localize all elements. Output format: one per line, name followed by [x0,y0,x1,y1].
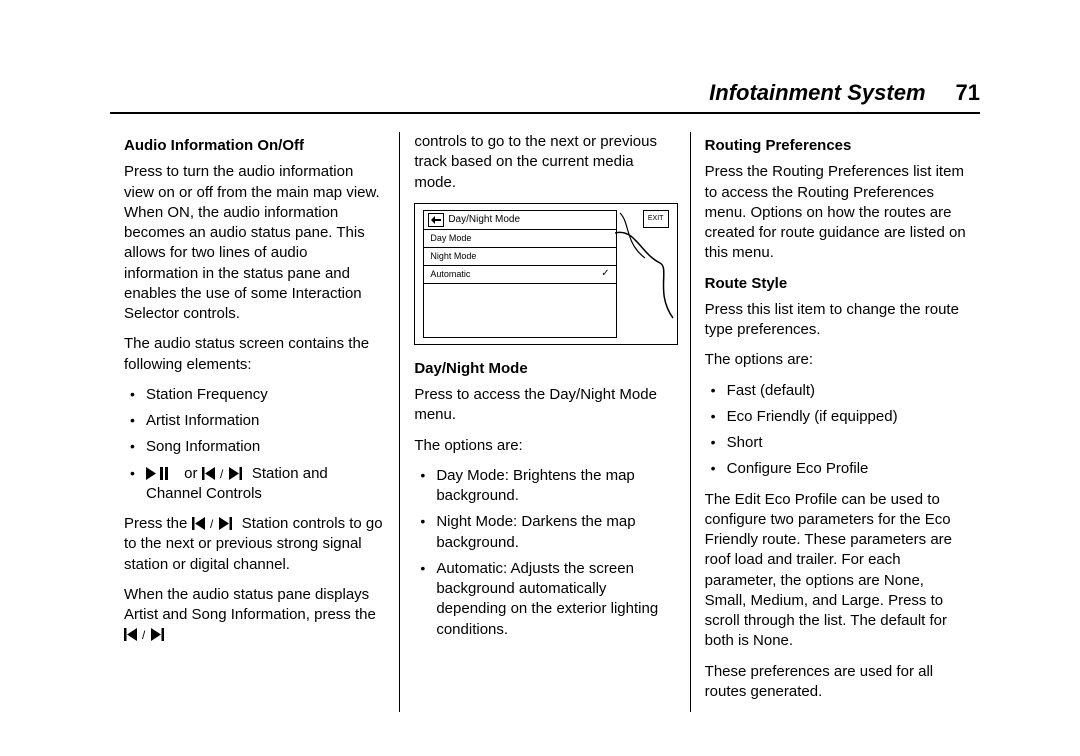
figure-row-label: Night Mode [430,250,476,262]
text: Press the [124,515,192,532]
heading-route-style: Route Style [705,274,966,294]
list-item: Configure Eco Profile [705,459,966,479]
bullet-list: Fast (default) Eco Friendly (if equipped… [705,381,966,480]
page-number: 71 [956,80,980,106]
column-3: Routing Preferences Press the Routing Pr… [690,132,980,712]
para: Press to access the Day/Night Mode menu. [414,385,675,426]
figure-row-label: Automatic [430,268,470,280]
para-continuation: controls to go to the next or previous t… [414,132,675,193]
figure-title: Day/Night Mode [448,213,520,227]
heading-day-night: Day/Night Mode [414,359,675,379]
figure-row-label: Day Mode [430,232,471,244]
svg-text:/: / [142,628,146,641]
list-item: Artist Information [124,411,385,431]
prev-next-track-icon: / [192,517,238,530]
heading-audio-info: Audio Information On/Off [124,136,385,156]
list-item: Station Frequency [124,385,385,405]
list-item: Short [705,433,966,453]
column-2: controls to go to the next or previous t… [399,132,689,712]
section-title: Infotainment System [709,80,925,106]
figure-row: Night Mode [423,247,616,266]
back-arrow-icon [428,213,444,227]
list-item: Song Information [124,437,385,457]
para: When the audio status pane displays Arti… [124,585,385,646]
bullet-list: Day Mode: Brightens the map background. … [414,466,675,640]
figure-empty-area [423,283,616,338]
para: The Edit Eco Profile can be used to conf… [705,490,966,652]
para: The options are: [414,436,675,456]
text: When the audio status pane displays Arti… [124,586,376,623]
running-header: Infotainment System 71 [110,80,980,114]
play-pause-icon [146,467,180,480]
svg-text:/: / [220,467,224,480]
list-item: Automatic: Adjusts the screen background… [414,559,675,640]
manual-page: Infotainment System 71 Audio Information… [110,80,980,712]
list-item: Day Mode: Brightens the map background. [414,466,675,507]
check-icon: ✓ [601,267,609,281]
list-item: or / Station and Channel Controls [124,464,385,505]
prev-next-track-icon: / [202,467,248,480]
list-item: Night Mode: Darkens the map background. [414,512,675,553]
heading-routing-prefs: Routing Preferences [705,136,966,156]
para: These preferences are used for all route… [705,662,966,703]
figure-day-night-screenshot: Day/Night Mode EXIT Day Mode Night Mode … [414,203,677,345]
list-item: Fast (default) [705,381,966,401]
para: Press this list item to change the route… [705,300,966,341]
three-column-layout: Audio Information On/Off Press to turn t… [110,132,980,712]
map-lines-icon [615,208,675,340]
figure-titlebar: Day/Night Mode [423,210,616,230]
text: or [180,465,202,482]
prev-next-track-icon: / [124,628,170,641]
para: Press the Routing Preferences list item … [705,162,966,263]
para: The options are: [705,350,966,370]
figure-row: Automatic ✓ [423,265,616,284]
para: Press the / Station controls to go to th… [124,514,385,575]
list-item: Eco Friendly (if equipped) [705,407,966,427]
svg-text:/: / [210,517,214,530]
para: The audio status screen contains the fol… [124,334,385,375]
bullet-list: Station Frequency Artist Information Son… [124,385,385,504]
para: Press to turn the audio information view… [124,162,385,324]
column-1: Audio Information On/Off Press to turn t… [110,132,399,712]
figure-row: Day Mode [423,229,616,248]
